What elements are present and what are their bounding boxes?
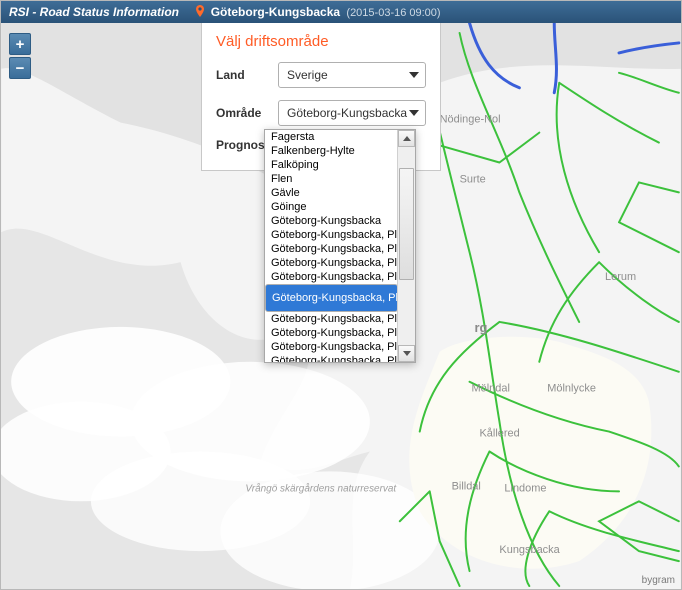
region-option[interactable]: Göteborg-Kungsbacka, Plogrutt 04 bbox=[265, 284, 398, 312]
region-option[interactable]: Göteborg-Kungsbacka, Plogrutt 00 bbox=[265, 228, 398, 242]
region-dropdown-list[interactable]: FagerstaFalkenberg-HylteFalköpingFlenGäv… bbox=[264, 129, 416, 363]
region-option[interactable]: Göteborg-Kungsbacka, Plogrutt 05 bbox=[265, 312, 398, 326]
top-bar: RSI - Road Status Information Göteborg-K… bbox=[1, 1, 681, 23]
region-option[interactable]: Göteborg-Kungsbacka, Plogrutt 01 bbox=[265, 242, 398, 256]
dropdown-scrollbar[interactable] bbox=[397, 130, 415, 362]
region-option[interactable]: Göteborg-Kungsbacka, Plogrutt 07 bbox=[265, 340, 398, 354]
map-attribution: bygram bbox=[642, 575, 675, 586]
app-title: RSI - Road Status Information bbox=[9, 5, 179, 19]
region-select-value: Göteborg-Kungsbacka bbox=[287, 106, 407, 120]
land-select[interactable]: Sverige bbox=[278, 62, 426, 88]
chevron-down-icon bbox=[409, 72, 419, 78]
map-label-kallered: Kållered bbox=[480, 428, 520, 440]
scroll-up-arrow-icon[interactable] bbox=[398, 130, 415, 147]
current-timestamp: (2015-03-16 09:00) bbox=[346, 7, 440, 19]
map-label-molndal: Mölndal bbox=[472, 383, 510, 395]
region-option[interactable]: Göteborg-Kungsbacka bbox=[265, 214, 398, 228]
svg-text:rg: rg bbox=[475, 320, 488, 335]
region-option[interactable]: Göteborg-Kungsbacka, Plogrutt 06 bbox=[265, 326, 398, 340]
map-label-surte: Surte bbox=[460, 173, 486, 185]
land-select-value: Sverige bbox=[287, 68, 328, 82]
map-label-nodinge: Nödinge-Nol bbox=[440, 114, 501, 126]
chevron-down-icon bbox=[409, 110, 419, 116]
map-label-molnlycke: Mölnlycke bbox=[547, 383, 596, 395]
zoom-out-button[interactable]: − bbox=[9, 57, 31, 79]
map-label-vrango: Vrångö skärgårdens naturreservat bbox=[245, 483, 397, 494]
map-label-lerum: Lerum bbox=[605, 271, 636, 283]
panel-heading: Välj driftsområde bbox=[216, 33, 426, 50]
region-option[interactable]: Göteborg-Kungsbacka, Plogrutt 02 bbox=[265, 256, 398, 270]
region-option[interactable]: Flen bbox=[265, 172, 398, 186]
region-option[interactable]: Göteborg-Kungsbacka, Plogrutt 03 bbox=[265, 270, 398, 284]
zoom-control: + − bbox=[9, 33, 31, 81]
land-label: Land bbox=[216, 68, 278, 82]
region-option[interactable]: Göinge bbox=[265, 200, 398, 214]
map-label-kungsbacka: Kungsbacka bbox=[499, 544, 560, 556]
region-option[interactable]: Falkenberg-Hylte bbox=[265, 144, 398, 158]
current-area-name: Göteborg-Kungsbacka bbox=[211, 5, 340, 19]
region-option[interactable]: Falköping bbox=[265, 158, 398, 172]
map-label-lindome: Lindome bbox=[504, 482, 546, 494]
region-option[interactable]: Gävle bbox=[265, 186, 398, 200]
scroll-down-arrow-icon[interactable] bbox=[398, 345, 415, 362]
region-option[interactable]: Fagersta bbox=[265, 130, 398, 144]
region-select[interactable]: Göteborg-Kungsbacka bbox=[278, 100, 426, 126]
region-label: Område bbox=[216, 106, 278, 120]
zoom-in-button[interactable]: + bbox=[9, 33, 31, 55]
scroll-thumb[interactable] bbox=[399, 168, 414, 280]
location-pin-icon bbox=[196, 5, 204, 17]
map-label-billdal: Billdal bbox=[452, 480, 481, 492]
region-option[interactable]: Göteborg-Kungsbacka, Plogrutt 08 bbox=[265, 354, 398, 362]
